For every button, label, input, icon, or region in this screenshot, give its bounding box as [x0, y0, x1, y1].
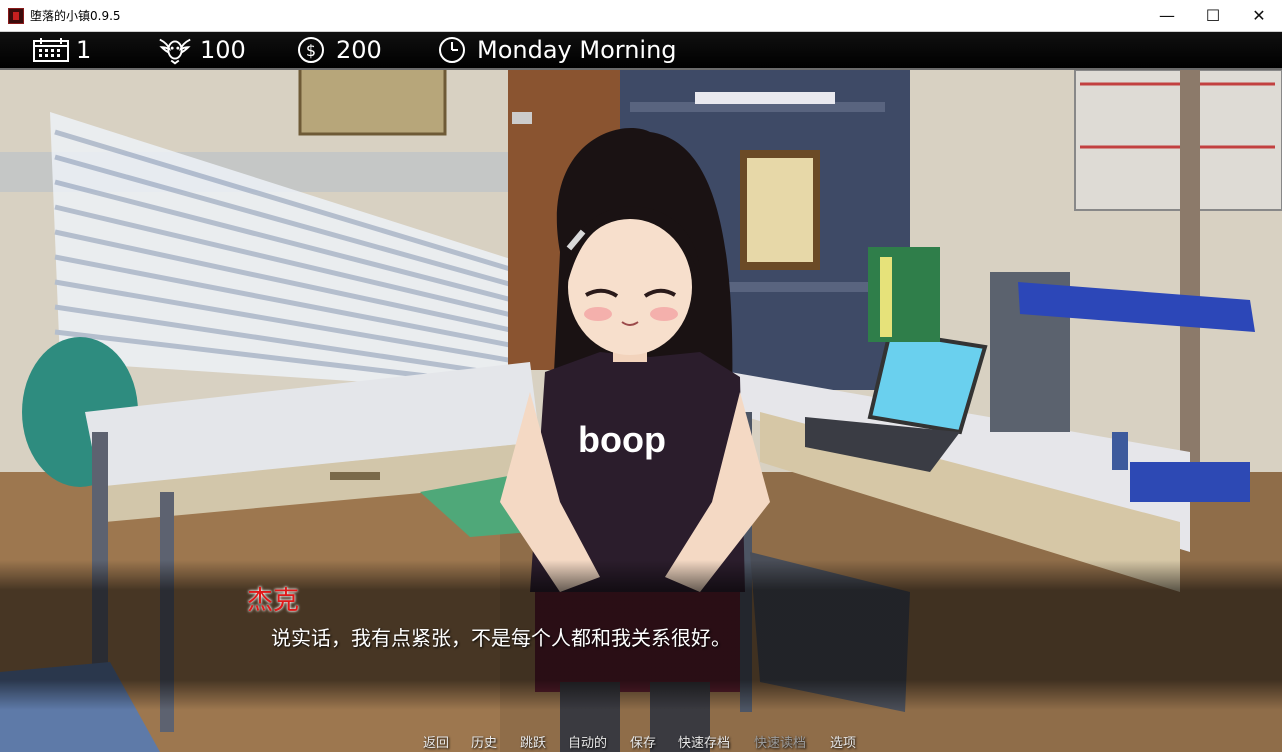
hud-bar: 1 100 $ 200 Monday Morning — [0, 32, 1282, 70]
day-value: 1 — [76, 36, 92, 64]
window-title: 堕落的小镇0.9.5 — [30, 9, 121, 23]
hud-money: $ 200 — [292, 32, 382, 68]
auto-button[interactable]: 自动的 — [568, 732, 607, 751]
quick-load-button[interactable]: 快速读档 — [754, 732, 806, 751]
preferences-button[interactable]: 选项 — [830, 732, 856, 751]
quick-save-button[interactable]: 快速存档 — [678, 732, 730, 751]
dollar-coin-icon: $ — [292, 36, 330, 64]
quick-menu: 返回 历史 跳跃 自动的 保存 快速存档 快速读档 选项 — [0, 730, 1282, 752]
clock-icon — [433, 36, 471, 64]
maximize-button[interactable]: ☐ — [1190, 0, 1236, 31]
speaker-name: 杰克 — [247, 586, 300, 616]
close-button[interactable]: ✕ — [1236, 0, 1282, 31]
money-value: 200 — [336, 36, 382, 64]
window-controls: — ☐ ✕ — [1144, 0, 1282, 31]
calendar-icon — [32, 36, 70, 64]
back-button[interactable]: 返回 — [423, 732, 449, 751]
minimize-button[interactable]: — — [1144, 0, 1190, 31]
window-titlebar: 堕落的小镇0.9.5 — ☐ ✕ — [0, 0, 1282, 32]
shirt-logo: boop — [578, 419, 666, 460]
app-icon — [8, 7, 24, 24]
save-button[interactable]: 保存 — [630, 732, 656, 751]
svg-text:$: $ — [306, 41, 316, 60]
hud-corruption: 100 — [156, 32, 246, 68]
skip-button[interactable]: 跳跃 — [520, 732, 546, 751]
time-value: Monday Morning — [477, 36, 677, 64]
dialogue-text: 说实话，我有点紧张，不是每个人都和我关系很好。 — [271, 626, 731, 650]
hud-day: 1 — [32, 32, 91, 68]
game-viewport[interactable]: boop 1 100 $ 200 Monday Morning 杰克 说实话，我… — [0, 32, 1282, 752]
corruption-value: 100 — [200, 36, 246, 64]
history-button[interactable]: 历史 — [471, 732, 497, 751]
hud-time: Monday Morning — [433, 32, 677, 68]
demon-face-icon — [156, 36, 194, 65]
